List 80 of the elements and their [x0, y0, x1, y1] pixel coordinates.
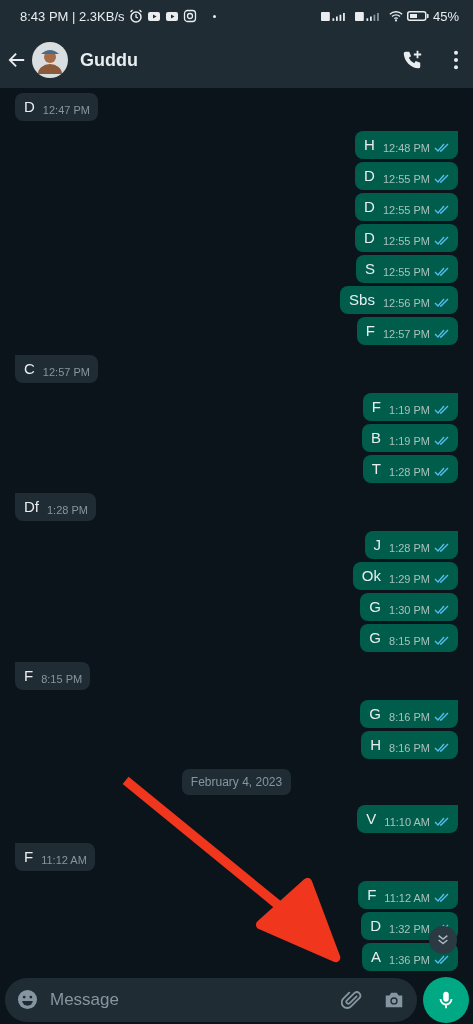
message-time: 11:10 AM [384, 816, 430, 829]
message-text: G [369, 598, 382, 616]
message-text: F [371, 398, 382, 416]
sent-message-bubble[interactable]: Ok 1:29 PM [352, 562, 458, 590]
message-time: 1:32 PM [389, 923, 430, 936]
sent-message-bubble[interactable]: G 8:15 PM [360, 624, 458, 652]
message-field[interactable]: Message [5, 977, 417, 1022]
message-text: G [369, 705, 382, 723]
message-time: 12:48 PM [382, 142, 430, 155]
sent-message-bubble[interactable]: D 12:55 PM [355, 162, 458, 190]
message-text: Df [24, 498, 39, 516]
contact-name[interactable]: Guddu [80, 49, 138, 71]
received-message-bubble[interactable]: C 12:57 PM [15, 355, 98, 383]
sent-message-bubble[interactable]: F 11:12 AM [358, 881, 458, 909]
message-time: 11:12 AM [384, 892, 430, 905]
message-time: 8:16 PM [389, 742, 430, 755]
sent-message-bubble[interactable]: V 11:10 AM [357, 805, 458, 833]
message-time: 8:15 PM [389, 635, 430, 648]
message-text: D [364, 167, 375, 185]
message-time: 1:28 PM [389, 542, 430, 555]
message-time: 12:57 PM [42, 366, 90, 379]
received-message-bubble[interactable]: F 11:12 AM [15, 843, 95, 871]
message-time: 1:19 PM [389, 404, 430, 417]
message-time: 1:36 PM [389, 954, 430, 967]
message-time: 1:19 PM [389, 435, 430, 448]
message-text: D [24, 98, 35, 116]
sent-message-bubble[interactable]: D 12:55 PM [355, 224, 458, 252]
sent-message-bubble[interactable]: Sbs 12:56 PM [340, 286, 458, 314]
sent-message-bubble[interactable]: J 1:28 PM [364, 531, 458, 559]
sent-message-bubble[interactable]: A 1:36 PM [362, 943, 458, 971]
message-time: 8:15 PM [41, 673, 83, 686]
message-text: F [367, 886, 377, 904]
message-text: A [371, 948, 382, 966]
message-text: D [364, 198, 375, 216]
message-time: 12:56 PM [382, 297, 430, 310]
message-text: H [370, 736, 382, 754]
sent-message-bubble[interactable]: S 12:55 PM [355, 255, 458, 283]
battery-percent: 45% [432, 8, 459, 24]
message-text: B [371, 429, 382, 447]
message-time: 11:12 AM [41, 854, 87, 867]
sent-message-bubble[interactable]: H 8:16 PM [361, 731, 458, 759]
status-time: 8:43 PM | 2.3KB/s [20, 8, 125, 24]
received-message-bubble[interactable]: D 12:47 PM [15, 93, 98, 121]
message-time: 1:28 PM [47, 504, 88, 517]
message-text: T [371, 460, 382, 478]
sent-message-bubble[interactable]: G 1:30 PM [360, 593, 458, 621]
message-time: 8:16 PM [389, 711, 430, 724]
message-text: D [364, 229, 375, 247]
message-time: 12:57 PM [382, 328, 430, 341]
sent-message-bubble[interactable]: D 1:32 PM [361, 912, 458, 940]
message-text: V [366, 810, 377, 828]
sent-message-bubble[interactable]: G 8:16 PM [360, 700, 458, 728]
message-text: F [24, 848, 34, 866]
message-time: 1:30 PM [389, 604, 430, 617]
message-time: 1:29 PM [389, 573, 430, 586]
message-time: 12:47 PM [42, 104, 90, 117]
sent-message-bubble[interactable]: F 12:57 PM [356, 317, 458, 345]
sent-message-bubble[interactable]: H 12:48 PM [355, 131, 458, 159]
sent-message-bubble[interactable]: T 1:28 PM [362, 455, 458, 483]
message-text: F [365, 322, 375, 340]
message-text: D [370, 917, 382, 935]
message-time: 12:55 PM [382, 173, 430, 186]
received-message-bubble[interactable]: F 8:15 PM [15, 662, 91, 690]
received-message-bubble[interactable]: Df 1:28 PM [15, 493, 96, 521]
message-time: 12:55 PM [382, 204, 430, 217]
message-text: S [364, 260, 375, 278]
message-text: F [24, 667, 34, 685]
message-time: 12:55 PM [382, 235, 430, 248]
message-time: 12:55 PM [382, 266, 430, 279]
date-separator: February 4, 2023 [181, 769, 292, 795]
message-text: G [369, 629, 382, 647]
message-text: J [373, 536, 382, 554]
message-text: Sbs [349, 291, 375, 309]
sent-message-bubble[interactable]: D 12:55 PM [355, 193, 458, 221]
message-text: C [24, 360, 35, 378]
sent-message-bubble[interactable]: F 1:19 PM [362, 393, 458, 421]
sent-message-bubble[interactable]: B 1:19 PM [362, 424, 458, 452]
message-text: Ok [361, 567, 382, 585]
message-time: 1:28 PM [389, 466, 430, 479]
message-text: H [364, 136, 375, 154]
